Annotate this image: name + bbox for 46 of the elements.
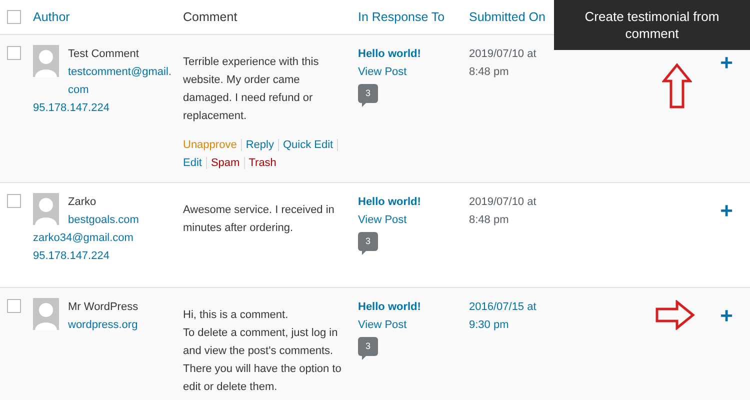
author-link[interactable]: testcomment@gmail.com	[68, 63, 174, 99]
row-action-link[interactable]: Quick Edit	[282, 136, 334, 154]
row-checkbox[interactable]	[7, 194, 21, 208]
author-link[interactable]: 95.178.147.224	[33, 99, 174, 117]
column-header[interactable]: Author	[28, 8, 70, 26]
view-post-link[interactable]: View Post	[358, 211, 407, 229]
author-name: Test Comment	[68, 47, 140, 62]
avatar-icon	[33, 45, 59, 77]
row-action-link[interactable]: Unapprove	[183, 136, 237, 154]
row-checkbox[interactable]	[7, 46, 21, 60]
add-testimonial-button[interactable]: +	[720, 53, 733, 73]
comment-text: To delete a comment, just log in and view the post's comments. There you will have the option to edit or delete them.	[183, 326, 342, 395]
author-name: Zarko	[68, 195, 98, 210]
avatar-icon	[33, 193, 59, 225]
comment-text: Hi, this is a comment.	[183, 308, 290, 323]
column-header[interactable]: Submitted On	[464, 8, 546, 26]
row-checkbox[interactable]	[7, 299, 21, 313]
column-header[interactable]: In Response To	[353, 8, 445, 26]
submitted-date[interactable]: 9:30 pm	[469, 316, 574, 334]
submitted-date: 2019/07/10 at	[469, 195, 538, 210]
post-title-link[interactable]: Hello world!	[358, 193, 421, 211]
row-action-link[interactable]: Spam	[210, 154, 240, 172]
post-title-link[interactable]: Hello world!	[358, 298, 421, 316]
author-link[interactable]: zarko34@gmail.com	[33, 229, 174, 247]
view-post-link[interactable]: View Post	[358, 63, 407, 81]
row-action-link[interactable]: Trash	[248, 154, 276, 172]
tooltip: Create testimonial from comment	[554, 0, 750, 50]
comment-text: Awesome service. I received in minutes after ordering.	[183, 203, 336, 236]
author-link[interactable]: bestgoals.com	[68, 211, 174, 229]
author-name: Mr WordPress	[68, 300, 140, 315]
row-action-link[interactable]: Reply	[246, 136, 274, 154]
avatar-icon	[33, 298, 59, 330]
submitted-date[interactable]: 2016/07/15 at	[469, 298, 574, 316]
view-post-link[interactable]: View Post	[358, 316, 407, 334]
submitted-date: 8:48 pm	[469, 65, 510, 80]
row-checkbox[interactable]	[7, 10, 21, 24]
comment-text: Terrible experience with this website. My order came damaged. I need refund or replacement.	[183, 55, 320, 124]
column-header: Comment	[182, 8, 238, 26]
add-testimonial-button[interactable]: +	[720, 201, 733, 221]
post-title-link[interactable]: Hello world!	[358, 45, 421, 63]
row-action-link[interactable]: Edit	[183, 154, 202, 172]
author-link[interactable]: 95.178.147.224	[33, 247, 174, 265]
submitted-date: 2019/07/10 at	[469, 47, 538, 62]
submitted-date: 8:48 pm	[469, 213, 510, 228]
author-link[interactable]: wordpress.org	[68, 316, 174, 334]
add-testimonial-button[interactable]: +	[720, 306, 733, 326]
